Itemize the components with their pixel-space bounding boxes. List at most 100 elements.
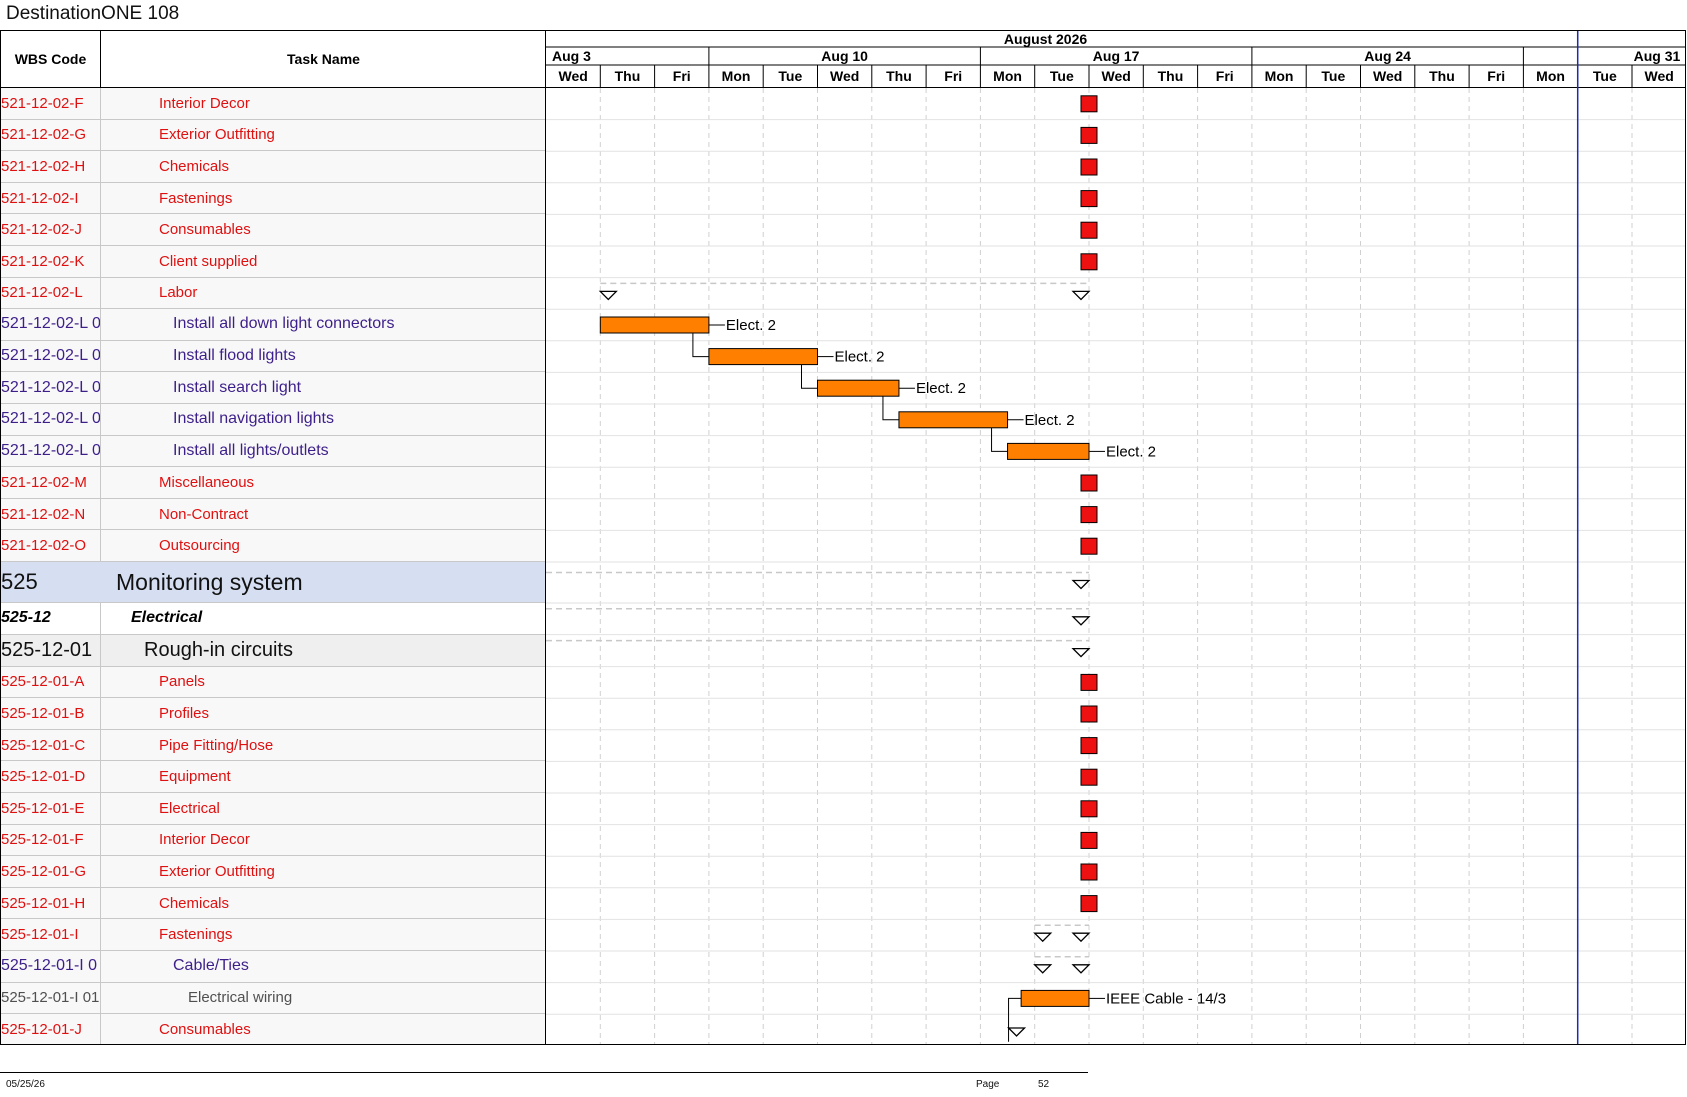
table-row[interactable]: 525-12-01 Rough-in circuits (1, 634, 545, 667)
column-header-wbs[interactable]: WBS Code (1, 31, 101, 87)
task-name-cell: Monitoring system (116, 568, 303, 595)
table-header: WBS Code Task Name (1, 31, 546, 88)
dependency-connector (1008, 997, 1022, 1042)
table-row[interactable]: 521-12-02-J Consumables (1, 214, 545, 246)
table-row[interactable]: 521-12-02-L 0 Install all lights/outlets (1, 435, 545, 468)
footer-date: 05/25/26 (6, 1079, 45, 1090)
table-row[interactable]: 525-12-01-D Equipment (1, 761, 545, 793)
task-bar (898, 411, 1009, 429)
resource-label: Elect. 2 (916, 380, 966, 397)
task-name-cell: Interior Decor (159, 831, 250, 849)
table-row[interactable]: 525 Monitoring system (1, 562, 545, 603)
day-label: Mon (722, 68, 751, 84)
summary-marker (1071, 964, 1091, 974)
task-name-cell: Pipe Fitting/Hose (159, 736, 274, 754)
table-row[interactable]: 525-12-01-G Exterior Outfitting (1, 856, 545, 888)
task-name-cell: Consumables (159, 221, 251, 239)
task-name-cell: Electrical wiring (188, 989, 293, 1007)
dependency-connector (991, 427, 1008, 452)
milestone-marker (1080, 95, 1098, 113)
summary-marker (1033, 964, 1053, 974)
day-label: Tue (1050, 68, 1074, 84)
table-row[interactable]: 525-12-01-B Profiles (1, 698, 545, 730)
task-name-cell: Electrical (159, 799, 220, 817)
wbs-code-cell: 525-12-01-J (1, 1014, 101, 1044)
table-row[interactable]: 521-12-02-K Client supplied (1, 246, 545, 278)
table-row[interactable]: 521-12-02-N Non-Contract (1, 498, 545, 531)
milestone-marker (1080, 158, 1098, 176)
table-row[interactable]: 525-12-01-F Interior Decor (1, 824, 545, 857)
resource-label: Elect. 2 (1106, 443, 1156, 460)
task-bar (599, 316, 710, 334)
table-row[interactable]: 525-12-01-A Panels (1, 666, 545, 699)
task-name-cell: Exterior Outfitting (159, 126, 275, 144)
table-row[interactable]: 525-12-01-I 0 Cable/Ties (1, 951, 545, 983)
task-name-cell: Cable/Ties (173, 957, 249, 975)
table-row[interactable]: 521-12-02-L 0 Install search light (1, 372, 545, 404)
summary-marker (1071, 616, 1091, 626)
task-name-cell: Install flood lights (173, 347, 296, 365)
wbs-code-cell: 521-12-02-K (1, 246, 101, 277)
task-name-cell: Equipment (159, 768, 231, 786)
day-label: Tue (778, 68, 802, 84)
wbs-code-cell: 525-12-01-F (1, 824, 101, 856)
resource-label: Elect. 2 (1025, 412, 1075, 429)
wbs-code-cell: 525-12-01-B (1, 698, 101, 729)
day-label: Tue (1593, 68, 1617, 84)
milestone-marker (1080, 474, 1098, 492)
summary-marker (1071, 579, 1091, 590)
wbs-code-cell: 525-12-01 (1, 634, 101, 666)
day-label: Wed (830, 68, 859, 84)
week-label: Aug 24 (1364, 48, 1411, 64)
milestone-marker (1080, 768, 1098, 786)
day-label: Wed (1101, 68, 1130, 84)
day-label: Fri (673, 68, 691, 84)
table-row[interactable]: 521-12-02-H Chemicals (1, 151, 545, 183)
week-label: Aug 31 (1634, 48, 1681, 64)
task-bar (1007, 442, 1090, 460)
table-row[interactable]: 521-12-02-G Exterior Outfitting (1, 119, 545, 152)
summary-marker (1006, 1027, 1027, 1037)
wbs-code-cell: 521-12-02-H (1, 151, 101, 182)
table-row[interactable]: 521-12-02-L Labor (1, 277, 545, 310)
task-name-cell: Chemicals (159, 894, 230, 912)
wbs-code-cell: 525-12-01-I 0 (1, 951, 101, 982)
day-label: Fri (1216, 68, 1234, 84)
footer-page-label: Page (976, 1079, 1000, 1090)
table-row[interactable]: 525-12-01-E Electrical (1, 793, 545, 825)
task-name-cell: Profiles (159, 704, 210, 722)
task-name-cell: Fastenings (159, 926, 233, 944)
table-row[interactable]: 521-12-02-L 0 Install all down light conn… (1, 309, 545, 341)
summary-marker (598, 290, 618, 301)
table-row[interactable]: 525-12-01-H Chemicals (1, 887, 545, 920)
task-name-cell: Miscellaneous (159, 473, 255, 491)
table-row[interactable]: 525-12-01-I Fastenings (1, 919, 545, 951)
milestone-marker (1080, 831, 1098, 849)
day-label: Wed (1644, 68, 1673, 84)
milestone-marker (1080, 800, 1098, 818)
task-name-cell: Client supplied (159, 252, 258, 270)
table-row[interactable]: 521-12-02-L 0 Install flood lights (1, 340, 545, 373)
day-label: Mon (1265, 68, 1294, 84)
table-row[interactable]: 521-12-02-F Interior Decor (1, 88, 545, 120)
task-name-cell: Chemicals (159, 157, 230, 175)
table-row[interactable]: 521-12-02-M Miscellaneous (1, 467, 545, 499)
table-row[interactable]: 525-12-01-J Consumables (1, 1014, 545, 1044)
table-row[interactable]: 525-12-01-C Pipe Fitting/Hose (1, 729, 545, 762)
wbs-code-cell: 521-12-02-G (1, 119, 101, 151)
week-label: Aug 3 (552, 48, 591, 64)
table-row[interactable]: 525-12-01-I 01 Electrical wiring (1, 982, 545, 1015)
table-row[interactable]: 521-12-02-I Fastenings (1, 182, 545, 215)
milestone-marker (1080, 737, 1098, 755)
task-name-cell: Panels (159, 673, 205, 691)
table-row[interactable]: 521-12-02-O Outsourcing (1, 530, 545, 562)
table-row[interactable]: 525-12 Electrical (1, 603, 545, 635)
table-row[interactable]: 521-12-02-L 0 Install navigation lights (1, 404, 545, 436)
column-header-task-name[interactable]: Task Name (101, 31, 546, 87)
day-label: Fri (944, 68, 962, 84)
milestone-marker (1080, 705, 1098, 723)
footer-page-number: 52 (1038, 1079, 1050, 1090)
task-name-cell: Interior Decor (159, 94, 250, 112)
wbs-code-cell: 521-12-02-J (1, 214, 101, 245)
dependency-connector (882, 396, 899, 421)
